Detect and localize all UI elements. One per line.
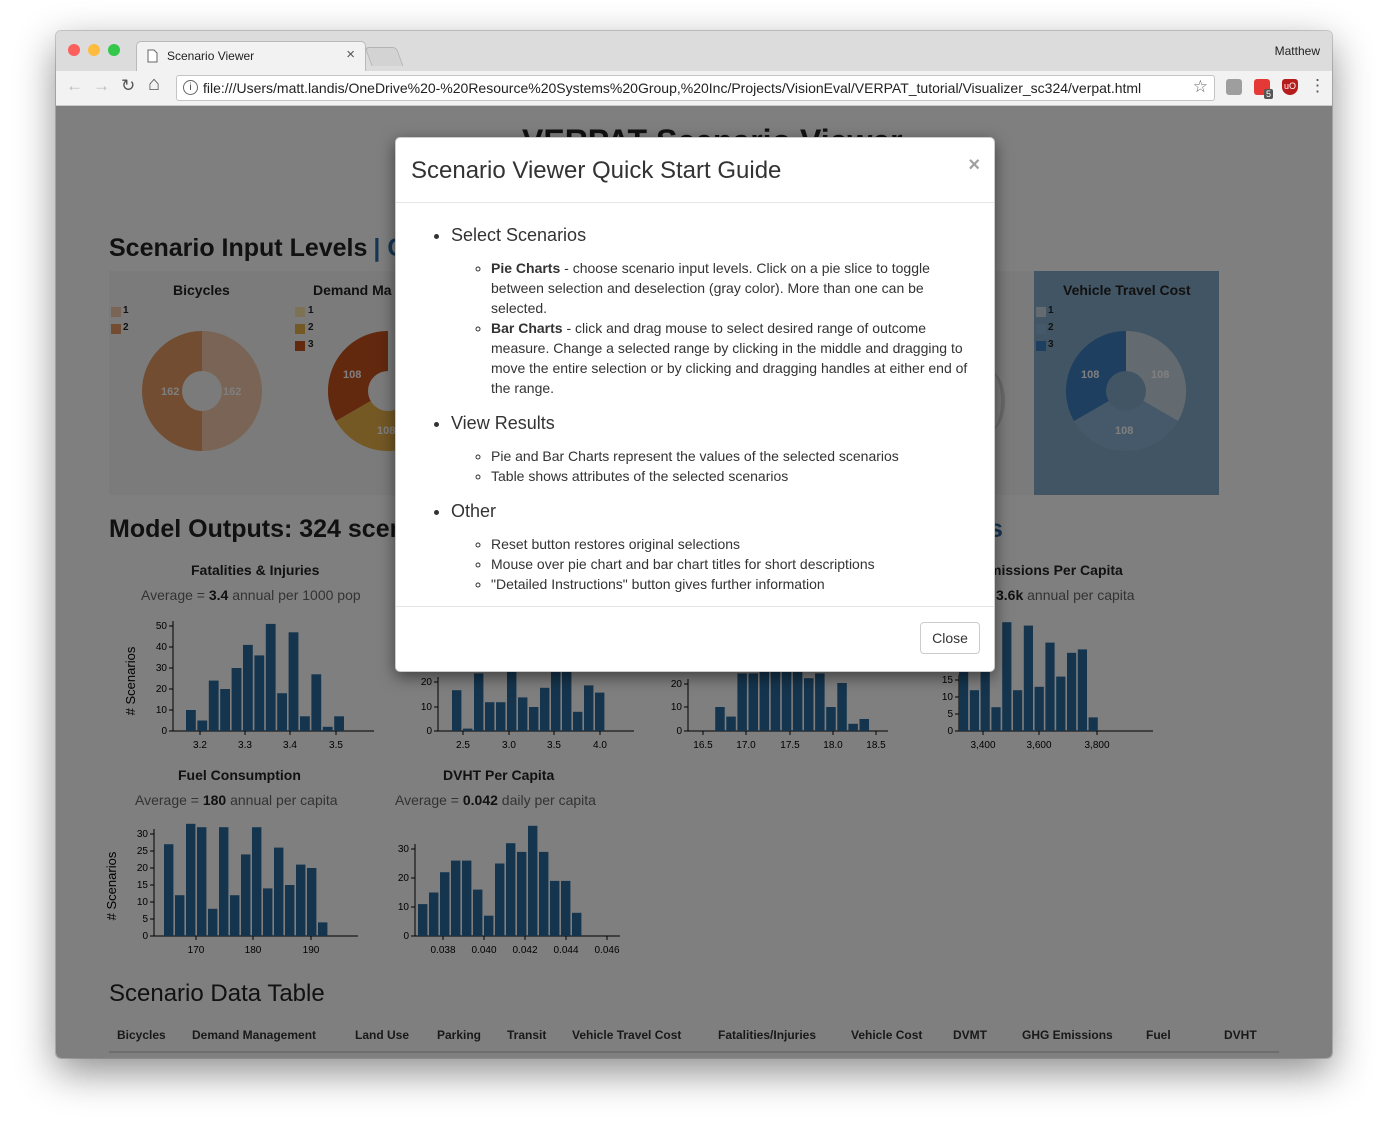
tab-title: Scenario Viewer [167, 49, 255, 63]
guide-sublist: Pie and Bar Charts represent the values … [451, 446, 981, 486]
maximize-window-button[interactable] [108, 44, 120, 56]
title-bar: Scenario Viewer × Matthew [56, 31, 1332, 72]
browser-tab[interactable]: Scenario Viewer × [136, 41, 366, 72]
guide-item-text: Table shows attributes of the selected s… [491, 468, 789, 484]
guide-heading: Other [451, 501, 497, 521]
url-text[interactable]: file:///Users/matt.landis/OneDrive%20-%2… [203, 80, 1141, 96]
guide-list: Select Scenarios Pie Charts - choose sce… [411, 222, 981, 594]
guide-item: Mouse over pie chart and bar chart title… [491, 554, 981, 574]
menu-icon[interactable]: ⋮ [1309, 76, 1326, 96]
guide-item: Reset button restores original selection… [491, 534, 981, 554]
extension-badge: 5 [1263, 89, 1273, 99]
guide-item: Table shows attributes of the selected s… [491, 466, 981, 486]
modal-title: Scenario Viewer Quick Start Guide [411, 157, 782, 184]
cast-extension-icon[interactable] [1226, 79, 1242, 95]
guide-sublist: Reset button restores original selection… [451, 534, 981, 594]
guide-item: Bar Charts - click and drag mouse to sel… [491, 318, 981, 398]
modal-footer-divider [396, 606, 994, 607]
tab-close-icon[interactable]: × [346, 46, 355, 63]
guide-item-text: "Detailed Instructions" button gives fur… [491, 576, 825, 592]
guide-item-text: Pie and Bar Charts represent the values … [491, 448, 899, 464]
guide-sublist: Pie Charts - choose scenario input level… [451, 258, 981, 398]
bookmark-star-icon[interactable]: ☆ [1193, 77, 1208, 97]
profile-name[interactable]: Matthew [1275, 44, 1320, 58]
info-icon[interactable]: i [183, 80, 198, 95]
modal-header-divider [396, 202, 994, 203]
forward-arrow-icon[interactable]: → [93, 76, 110, 96]
guide-item-bold: Pie Charts [491, 260, 561, 276]
guide-section: Select Scenarios Pie Charts - choose sce… [451, 222, 981, 398]
guide-item-text: Mouse over pie chart and bar chart title… [491, 556, 875, 572]
reload-icon[interactable]: ↻ [121, 76, 135, 96]
browser-window: Scenario Viewer × Matthew ← → ↻ ⌂ i file… [56, 31, 1332, 1058]
guide-heading: Select Scenarios [451, 225, 587, 245]
address-bar[interactable]: i file:///Users/matt.landis/OneDrive%20-… [176, 75, 1215, 101]
back-arrow-icon[interactable]: ← [66, 76, 83, 96]
guide-item: "Detailed Instructions" button gives fur… [491, 574, 981, 594]
modal-close-icon[interactable]: × [968, 154, 980, 177]
browser-toolbar: ← → ↻ ⌂ i file:///Users/matt.landis/OneD… [56, 71, 1332, 106]
guide-item-text: Reset button restores original selection… [491, 536, 741, 552]
guide-item: Pie Charts - choose scenario input level… [491, 258, 981, 318]
guide-section: View Results Pie and Bar Charts represen… [451, 410, 981, 486]
modal-close-button[interactable]: Close [920, 622, 980, 654]
page-icon [147, 49, 158, 63]
quick-start-modal: Scenario Viewer Quick Start Guide × Sele… [395, 137, 995, 672]
home-icon[interactable]: ⌂ [148, 73, 160, 96]
ublock-icon[interactable]: uO [1282, 79, 1298, 95]
ublock-label: uO [1284, 81, 1297, 91]
guide-item: Pie and Bar Charts represent the values … [491, 446, 981, 466]
minimize-window-button[interactable] [88, 44, 100, 56]
extension-icon[interactable]: 5 [1254, 79, 1273, 99]
guide-section: Other Reset button restores original sel… [451, 498, 981, 594]
new-tab-button[interactable] [364, 47, 404, 66]
close-window-button[interactable] [68, 44, 80, 56]
page-content: VERPAT Scenario Viewer Scenario Input Le… [56, 106, 1332, 1058]
guide-item-bold: Bar Charts [491, 320, 563, 336]
guide-item-text: - click and drag mouse to select desired… [491, 320, 968, 396]
modal-body: Select Scenarios Pie Charts - choose sce… [411, 222, 981, 606]
guide-heading: View Results [451, 413, 555, 433]
